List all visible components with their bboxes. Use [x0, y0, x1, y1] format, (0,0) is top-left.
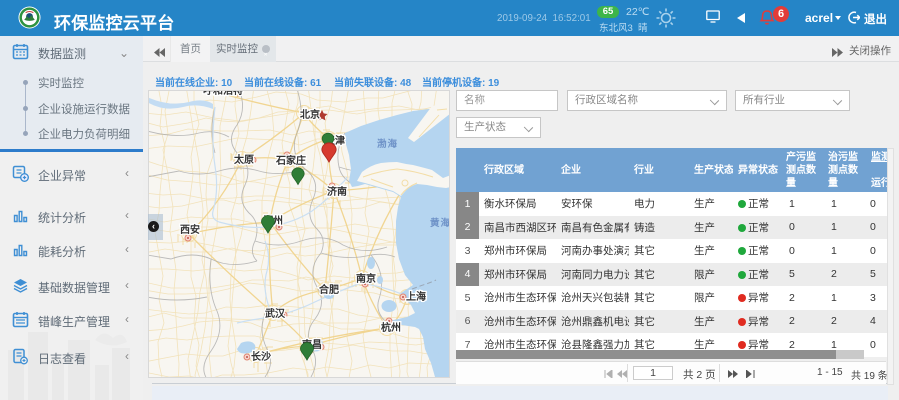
svg-text:呼和浩特: 呼和浩特	[203, 91, 243, 97]
svg-text:长沙: 长沙	[251, 350, 271, 363]
svg-text:渤海: 渤海	[377, 138, 398, 150]
svg-text:西安: 西安	[180, 223, 200, 236]
svg-text:黄海: 黄海	[430, 217, 449, 229]
svg-text:济南: 济南	[327, 185, 347, 198]
svg-text:杭州: 杭州	[381, 321, 401, 334]
svg-text:合肥: 合肥	[318, 283, 339, 296]
svg-text:石家庄: 石家庄	[275, 154, 306, 167]
svg-text:太原: 太原	[233, 153, 254, 166]
svg-text:北京: 北京	[300, 108, 320, 121]
svg-text:上海: 上海	[406, 290, 426, 303]
svg-text:南京: 南京	[356, 272, 376, 285]
svg-text:武汉: 武汉	[265, 307, 286, 320]
